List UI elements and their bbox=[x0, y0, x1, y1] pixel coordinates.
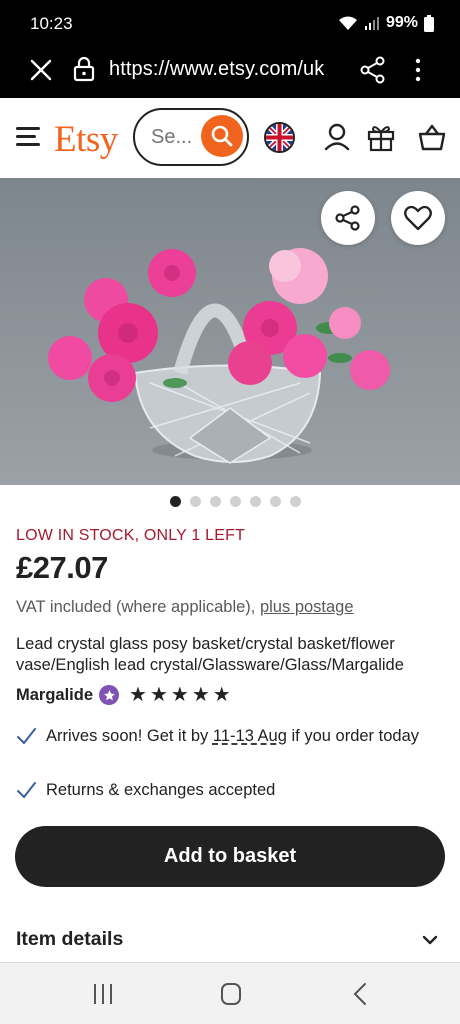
status-time: 10:23 bbox=[30, 14, 73, 33]
gift-icon[interactable] bbox=[366, 122, 396, 152]
chevron-down-icon bbox=[422, 935, 438, 945]
basket-icon[interactable] bbox=[417, 122, 447, 152]
carousel-dot[interactable] bbox=[269, 496, 281, 507]
price: £27.07 bbox=[16, 550, 108, 585]
returns-text: Returns & exchanges accepted bbox=[46, 781, 276, 799]
uk-flag-icon[interactable] bbox=[264, 122, 295, 153]
vat-text: VAT included (where applicable), bbox=[16, 598, 260, 616]
arrival-text: Arrives soon! Get it by 11-13 Aug if you… bbox=[46, 727, 419, 745]
returns-policy: Returns & exchanges accepted bbox=[16, 779, 275, 802]
arrival-estimate: Arrives soon! Get it by 11-13 Aug if you… bbox=[16, 725, 436, 748]
close-icon[interactable] bbox=[28, 57, 54, 83]
battery-level: 99% bbox=[385, 14, 418, 31]
more-icon[interactable] bbox=[408, 56, 428, 84]
postage-link[interactable]: plus postage bbox=[260, 598, 354, 616]
search-bar[interactable] bbox=[133, 108, 249, 166]
lock-icon[interactable] bbox=[73, 56, 95, 82]
stock-notice: LOW IN STOCK, ONLY 1 LEFT bbox=[16, 527, 246, 544]
battery-icon bbox=[424, 14, 434, 32]
status-indicators: 99% bbox=[338, 14, 434, 32]
carousel-dot[interactable] bbox=[289, 496, 301, 507]
search-input[interactable] bbox=[151, 126, 201, 149]
favorite-button[interactable] bbox=[391, 191, 445, 245]
site-header: Etsy bbox=[0, 98, 460, 178]
account-icon[interactable] bbox=[322, 122, 352, 152]
carousel-dot[interactable] bbox=[249, 496, 261, 507]
search-button[interactable] bbox=[201, 115, 243, 157]
wifi-icon bbox=[338, 16, 357, 30]
vat-note: VAT included (where applicable), plus po… bbox=[16, 598, 354, 617]
listing-title: Lead crystal glass posy basket/crystal b… bbox=[16, 635, 404, 674]
home-icon[interactable] bbox=[216, 981, 246, 1007]
item-details-label: Item details bbox=[16, 928, 124, 950]
status-bar: 10:23 99% bbox=[0, 0, 460, 44]
image-carousel-dots bbox=[0, 496, 460, 510]
carousel-dot[interactable] bbox=[169, 496, 181, 507]
signal-icon bbox=[364, 17, 379, 30]
arrival-date[interactable]: 11-13 Aug bbox=[213, 727, 287, 745]
browser-url-bar: https://www.etsy.com/uk bbox=[0, 44, 460, 98]
etsy-logo[interactable]: Etsy bbox=[54, 118, 118, 161]
check-icon bbox=[17, 782, 36, 798]
shop-name[interactable]: Margalide bbox=[16, 686, 93, 705]
star-icon: ★ bbox=[191, 684, 210, 706]
star-icon: ★ bbox=[212, 684, 231, 706]
heart-icon bbox=[404, 205, 432, 231]
share-icon[interactable] bbox=[360, 56, 386, 84]
share-icon bbox=[335, 205, 360, 231]
recent-apps-icon[interactable] bbox=[88, 981, 118, 1007]
product-image[interactable] bbox=[0, 178, 460, 485]
menu-icon[interactable] bbox=[16, 127, 40, 147]
share-button[interactable] bbox=[321, 191, 375, 245]
check-icon bbox=[17, 728, 36, 744]
shop-row: Margalide ★ ★ ★ ★ ★ bbox=[16, 685, 231, 705]
star-icon: ★ bbox=[149, 684, 168, 706]
carousel-dot[interactable] bbox=[189, 496, 201, 507]
rating-stars[interactable]: ★ ★ ★ ★ ★ bbox=[129, 685, 231, 705]
carousel-dot[interactable] bbox=[209, 496, 221, 507]
item-details-toggle[interactable]: Item details bbox=[0, 920, 460, 962]
search-icon bbox=[211, 125, 233, 147]
back-icon[interactable] bbox=[346, 981, 376, 1007]
star-seller-icon[interactable] bbox=[99, 685, 120, 705]
add-to-basket-button[interactable]: Add to basket bbox=[15, 826, 445, 887]
star-icon: ★ bbox=[129, 684, 147, 706]
carousel-dot[interactable] bbox=[229, 496, 241, 507]
star-icon: ★ bbox=[170, 684, 189, 706]
system-navigation-bar bbox=[0, 962, 460, 1024]
url-text[interactable]: https://www.etsy.com/uk bbox=[109, 58, 324, 81]
